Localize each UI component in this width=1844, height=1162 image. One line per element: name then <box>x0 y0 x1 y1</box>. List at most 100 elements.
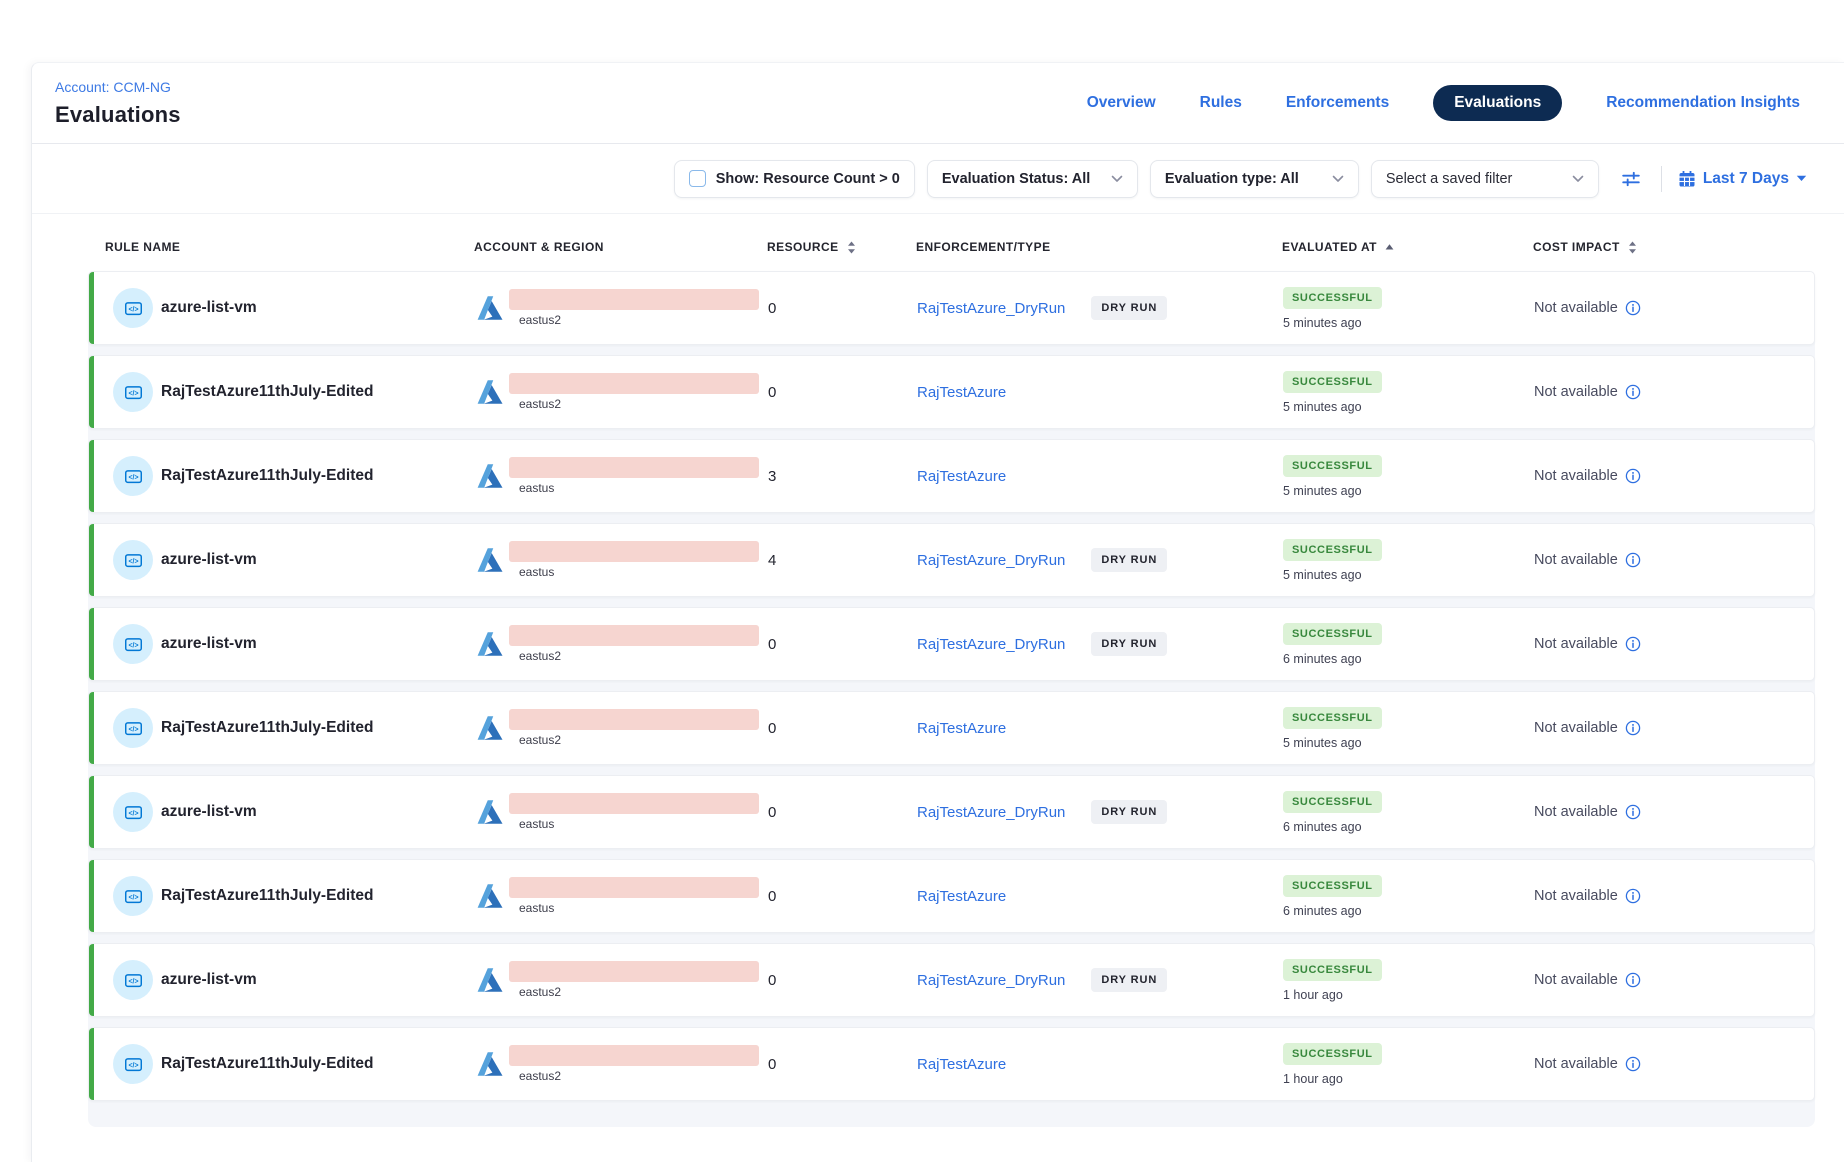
resource-count-filter[interactable]: Show: Resource Count > 0 <box>674 160 915 198</box>
enforcement-link[interactable]: RajTestAzure <box>917 888 1006 905</box>
info-icon[interactable] <box>1625 552 1641 568</box>
info-icon[interactable] <box>1625 804 1641 820</box>
status-accent-bar <box>89 944 94 1016</box>
table-row[interactable]: </> azure-list-vm eastus 4 RajTestAzure_… <box>88 523 1815 597</box>
saved-filter-dropdown[interactable]: Select a saved filter <box>1371 160 1599 198</box>
rule-icon: </> <box>113 372 153 412</box>
evaluated-time: 1 hour ago <box>1283 1072 1343 1086</box>
enforcement-link[interactable]: RajTestAzure_DryRun <box>917 552 1065 569</box>
tab-rules[interactable]: Rules <box>1200 94 1242 112</box>
cost-impact-value: Not available <box>1534 804 1618 820</box>
info-icon[interactable] <box>1625 468 1641 484</box>
sort-asc-icon[interactable] <box>1385 244 1394 250</box>
cost-impact-value: Not available <box>1534 1056 1618 1072</box>
table-row[interactable]: </> azure-list-vm eastus2 0 RajTestAzure… <box>88 607 1815 681</box>
rule-icon: </> <box>113 1044 153 1084</box>
svg-text:</>: </> <box>128 978 138 985</box>
table-row[interactable]: </> RajTestAzure11thJuly-Edited eastus2 … <box>88 1027 1815 1101</box>
status-accent-bar <box>89 440 94 512</box>
enforcement-link[interactable]: RajTestAzure <box>917 384 1006 401</box>
table-row[interactable]: </> RajTestAzure11thJuly-Edited eastus2 … <box>88 691 1815 765</box>
column-account-region: ACCOUNT & REGION <box>474 240 767 254</box>
table-row[interactable]: </> RajTestAzure11thJuly-Edited eastus 0… <box>88 859 1815 933</box>
tab-evaluations[interactable]: Evaluations <box>1433 85 1562 121</box>
cost-impact-value: Not available <box>1534 888 1618 904</box>
enforcement-link[interactable]: RajTestAzure <box>917 1056 1006 1073</box>
status-accent-bar <box>89 776 94 848</box>
header-titles: Account: CCM-NG Evaluations <box>55 79 181 128</box>
info-icon[interactable] <box>1625 720 1641 736</box>
rule-name: azure-list-vm <box>161 299 257 317</box>
info-icon[interactable] <box>1625 384 1641 400</box>
date-range-value: Last 7 Days <box>1703 170 1789 188</box>
evaluation-type-dropdown[interactable]: Evaluation type: All <box>1150 160 1359 198</box>
sort-both-icon[interactable] <box>847 241 856 254</box>
status-badge: SUCCESSFUL <box>1283 455 1382 477</box>
redacted-account-name <box>509 373 759 394</box>
sort-both-icon[interactable] <box>1628 241 1637 254</box>
tab-recommendation-insights[interactable]: Recommendation Insights <box>1606 94 1800 112</box>
tab-enforcements[interactable]: Enforcements <box>1286 94 1389 112</box>
enforcement-link[interactable]: RajTestAzure_DryRun <box>917 300 1065 317</box>
enforcement-link[interactable]: RajTestAzure_DryRun <box>917 972 1065 989</box>
enforcement-link[interactable]: RajTestAzure <box>917 720 1006 737</box>
azure-logo-icon <box>475 545 505 575</box>
rule-icon: </> <box>113 960 153 1000</box>
evaluation-status-dropdown[interactable]: Evaluation Status: All <box>927 160 1138 198</box>
svg-text:</>: </> <box>128 726 138 733</box>
evaluated-time: 5 minutes ago <box>1283 736 1362 750</box>
breadcrumb-account-link[interactable]: Account: CCM-NG <box>55 79 181 95</box>
info-icon[interactable] <box>1625 300 1641 316</box>
table-row[interactable]: </> RajTestAzure11thJuly-Edited eastus2 … <box>88 355 1815 429</box>
info-icon[interactable] <box>1625 888 1641 904</box>
info-icon[interactable] <box>1625 972 1641 988</box>
info-icon[interactable] <box>1625 636 1641 652</box>
tab-overview[interactable]: Overview <box>1087 94 1156 112</box>
status-badge: SUCCESSFUL <box>1283 959 1382 981</box>
table-row[interactable]: </> azure-list-vm eastus 0 RajTestAzure_… <box>88 775 1815 849</box>
table-row[interactable]: </> azure-list-vm eastus2 0 RajTestAzure… <box>88 943 1815 1017</box>
rule-name: RajTestAzure11thJuly-Edited <box>161 383 373 401</box>
date-range-picker[interactable]: Last 7 Days <box>1678 170 1807 188</box>
svg-text:</>: </> <box>128 894 138 901</box>
redacted-account-name <box>509 541 759 562</box>
filter-bar: Show: Resource Count > 0 Evaluation Stat… <box>32 144 1844 214</box>
evaluated-time: 6 minutes ago <box>1283 820 1362 834</box>
dry-run-badge: DRY RUN <box>1091 632 1167 656</box>
resource-count-label: Show: Resource Count > 0 <box>716 171 900 187</box>
rule-icon: </> <box>113 624 153 664</box>
column-cost-impact[interactable]: COST IMPACT <box>1533 240 1815 254</box>
resource-count: 0 <box>768 804 776 821</box>
region-label: eastus2 <box>519 733 759 747</box>
status-badge: SUCCESSFUL <box>1283 791 1382 813</box>
table-row[interactable]: </> azure-list-vm eastus2 0 RajTestAzure… <box>88 271 1815 345</box>
enforcement-link[interactable]: RajTestAzure_DryRun <box>917 804 1065 821</box>
region-label: eastus2 <box>519 397 759 411</box>
table-row[interactable]: </> RajTestAzure11thJuly-Edited eastus 3… <box>88 439 1815 513</box>
enforcement-link[interactable]: RajTestAzure <box>917 468 1006 485</box>
rule-name: azure-list-vm <box>161 551 257 569</box>
status-badge: SUCCESSFUL <box>1283 707 1382 729</box>
page-title: Evaluations <box>55 102 181 128</box>
column-evaluated-at[interactable]: EVALUATED AT <box>1282 240 1533 254</box>
evaluated-time: 5 minutes ago <box>1283 316 1362 330</box>
rule-name: RajTestAzure11thJuly-Edited <box>161 719 373 737</box>
rule-icon: </> <box>113 288 153 328</box>
page-header: Account: CCM-NG Evaluations Overview Rul… <box>32 63 1844 144</box>
redacted-account-name <box>509 1045 759 1066</box>
column-resource[interactable]: RESOURCE <box>767 240 916 254</box>
svg-text:</>: </> <box>128 558 138 565</box>
azure-logo-icon <box>475 461 505 491</box>
rule-icon: </> <box>113 792 153 832</box>
resource-count-checkbox[interactable] <box>689 170 706 187</box>
svg-text:</>: </> <box>128 390 138 397</box>
rule-icon: </> <box>113 876 153 916</box>
status-badge: SUCCESSFUL <box>1283 371 1382 393</box>
redacted-account-name <box>509 961 759 982</box>
info-icon[interactable] <box>1625 1056 1641 1072</box>
region-label: eastus2 <box>519 1069 759 1083</box>
region-label: eastus2 <box>519 649 759 663</box>
enforcement-link[interactable]: RajTestAzure_DryRun <box>917 636 1065 653</box>
filter-settings-icon[interactable] <box>1621 169 1641 189</box>
region-label: eastus2 <box>519 985 759 999</box>
